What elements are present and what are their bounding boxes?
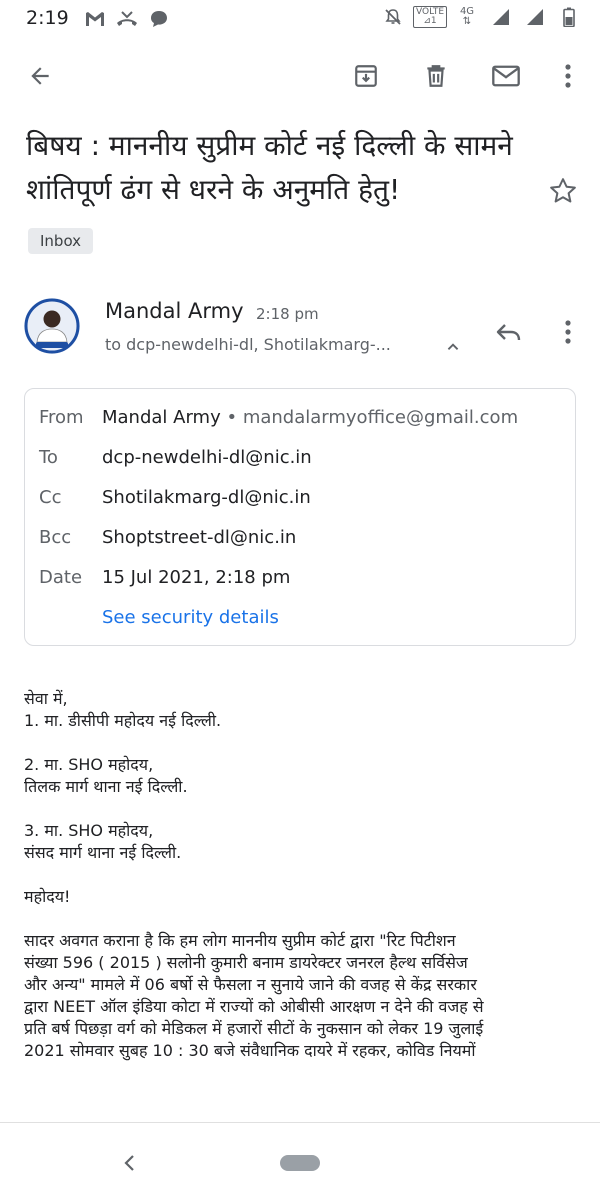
from-label: From [39,407,84,428]
cc-label: Cc [39,487,62,508]
from-value: Mandal Army • mandalarmyoffice@gmail.com [102,407,518,428]
signal-icon [490,6,512,28]
reply-icon [496,324,521,341]
nav-home-pill[interactable] [280,1155,320,1171]
body-line: 1. मा. डीसीपी महोदय नई दिल्ली. [24,711,222,730]
body-paragraph-line: सादर अवगत कराना है कि हम लोग माननीय सुप्… [24,931,456,950]
do-not-disturb-icon [382,6,404,28]
archive-button[interactable] [344,54,388,98]
bcc-label: Bcc [39,527,72,548]
email-toolbar [0,44,600,108]
gmail-icon [84,8,106,30]
archive-icon [355,65,377,87]
recipients-summary[interactable]: to dcp-newdelhi-dl, Shotilakmarg-... [105,335,391,354]
signal-icon [524,6,546,28]
more-vert-icon [565,64,571,88]
cc-value[interactable]: Shotilakmarg-dl@nic.in [102,487,311,508]
body-line: तिलक मार्ग थाना नई दिल्ली. [24,777,188,796]
inbox-label-chip[interactable]: Inbox [28,228,94,254]
body-line: महोदय! [24,887,71,906]
date-value: 15 Jul 2021, 2:18 pm [102,567,291,588]
star-icon [550,178,576,203]
sender-name[interactable]: Mandal Army [105,299,244,323]
email-body: सेवा में, 1. मा. डीसीपी महोदय नई दिल्ली.… [24,688,576,1062]
see-security-details-link[interactable]: See security details [102,607,279,628]
message-more-options-button[interactable] [548,310,588,354]
body-line: 3. मा. SHO महोदय, [24,821,154,840]
star-button[interactable] [548,176,584,212]
body-paragraph-line: द्वारा NEET ऑल इंडिया कोटा में राज्यों क… [24,997,484,1016]
body-line: सेवा में, [24,689,68,708]
mark-unread-icon [492,65,520,87]
reply-button[interactable] [486,310,530,354]
body-line: संसद मार्ग थाना नई दिल्ली. [24,843,182,862]
from-name[interactable]: Mandal Army [102,407,221,428]
status-system-icons: VOLTE ⊿1 4G ⇅ [382,6,580,28]
more-options-button[interactable] [546,54,590,98]
to-value[interactable]: dcp-newdelhi-dl@nic.in [102,447,312,468]
delete-button[interactable] [414,54,458,98]
more-vert-icon [565,320,571,344]
nav-back-button[interactable] [116,1149,144,1177]
message-details-card: From Mandal Army • mandalarmyoffice@gmai… [24,388,576,646]
chevron-up-icon [447,343,459,350]
body-paragraph-line: प्रति बर्ष पिछड़ा वर्ग को मेडिकल में हजा… [24,1019,484,1038]
back-arrow-icon [31,67,49,85]
sent-time: 2:18 pm [256,305,319,323]
system-navigation-bar [0,1122,600,1201]
missed-call-icon [116,8,138,30]
chat-bubble-icon [148,8,170,30]
back-button[interactable] [18,54,62,98]
status-time: 2:19 [26,7,69,29]
from-email[interactable]: mandalarmyoffice@gmail.com [243,407,518,428]
mark-unread-button[interactable] [484,54,528,98]
volte-label: VOLTE [415,7,445,17]
collapse-details-button[interactable] [442,336,464,358]
body-line: 2. मा. SHO महोदय, [24,755,154,774]
date-label: Date [39,567,83,588]
chevron-left-icon [124,1155,134,1171]
email-subject: बिषय : माननीय सुप्रीम कोर्ट नई दिल्ली के… [26,129,513,206]
battery-icon [558,6,580,28]
body-paragraph-line: 2021 सोमवार सुबह 10 : 30 बजे संवैधानिक द… [24,1041,476,1060]
status-notification-icons [84,8,170,30]
body-paragraph-line: संख्या 596 ( 2015 ) सलोनी कुमारी बनाम डा… [24,953,468,972]
from-separator: • [226,407,238,428]
network-4g-icon: 4G ⇅ [459,6,475,27]
bcc-value[interactable]: Shoptstreet-dl@nic.in [102,527,296,548]
volte-icon: VOLTE ⊿1 [412,6,448,28]
status-bar: 2:19 VOLTE ⊿1 4G ⇅ [0,0,600,36]
sender-avatar[interactable] [24,298,80,354]
network-label: 4G [459,6,475,17]
delete-icon [427,65,445,87]
to-label: To [39,447,58,468]
body-paragraph-line: और अन्य" मामले में 06 बर्षो से फैसला न स… [24,975,477,994]
